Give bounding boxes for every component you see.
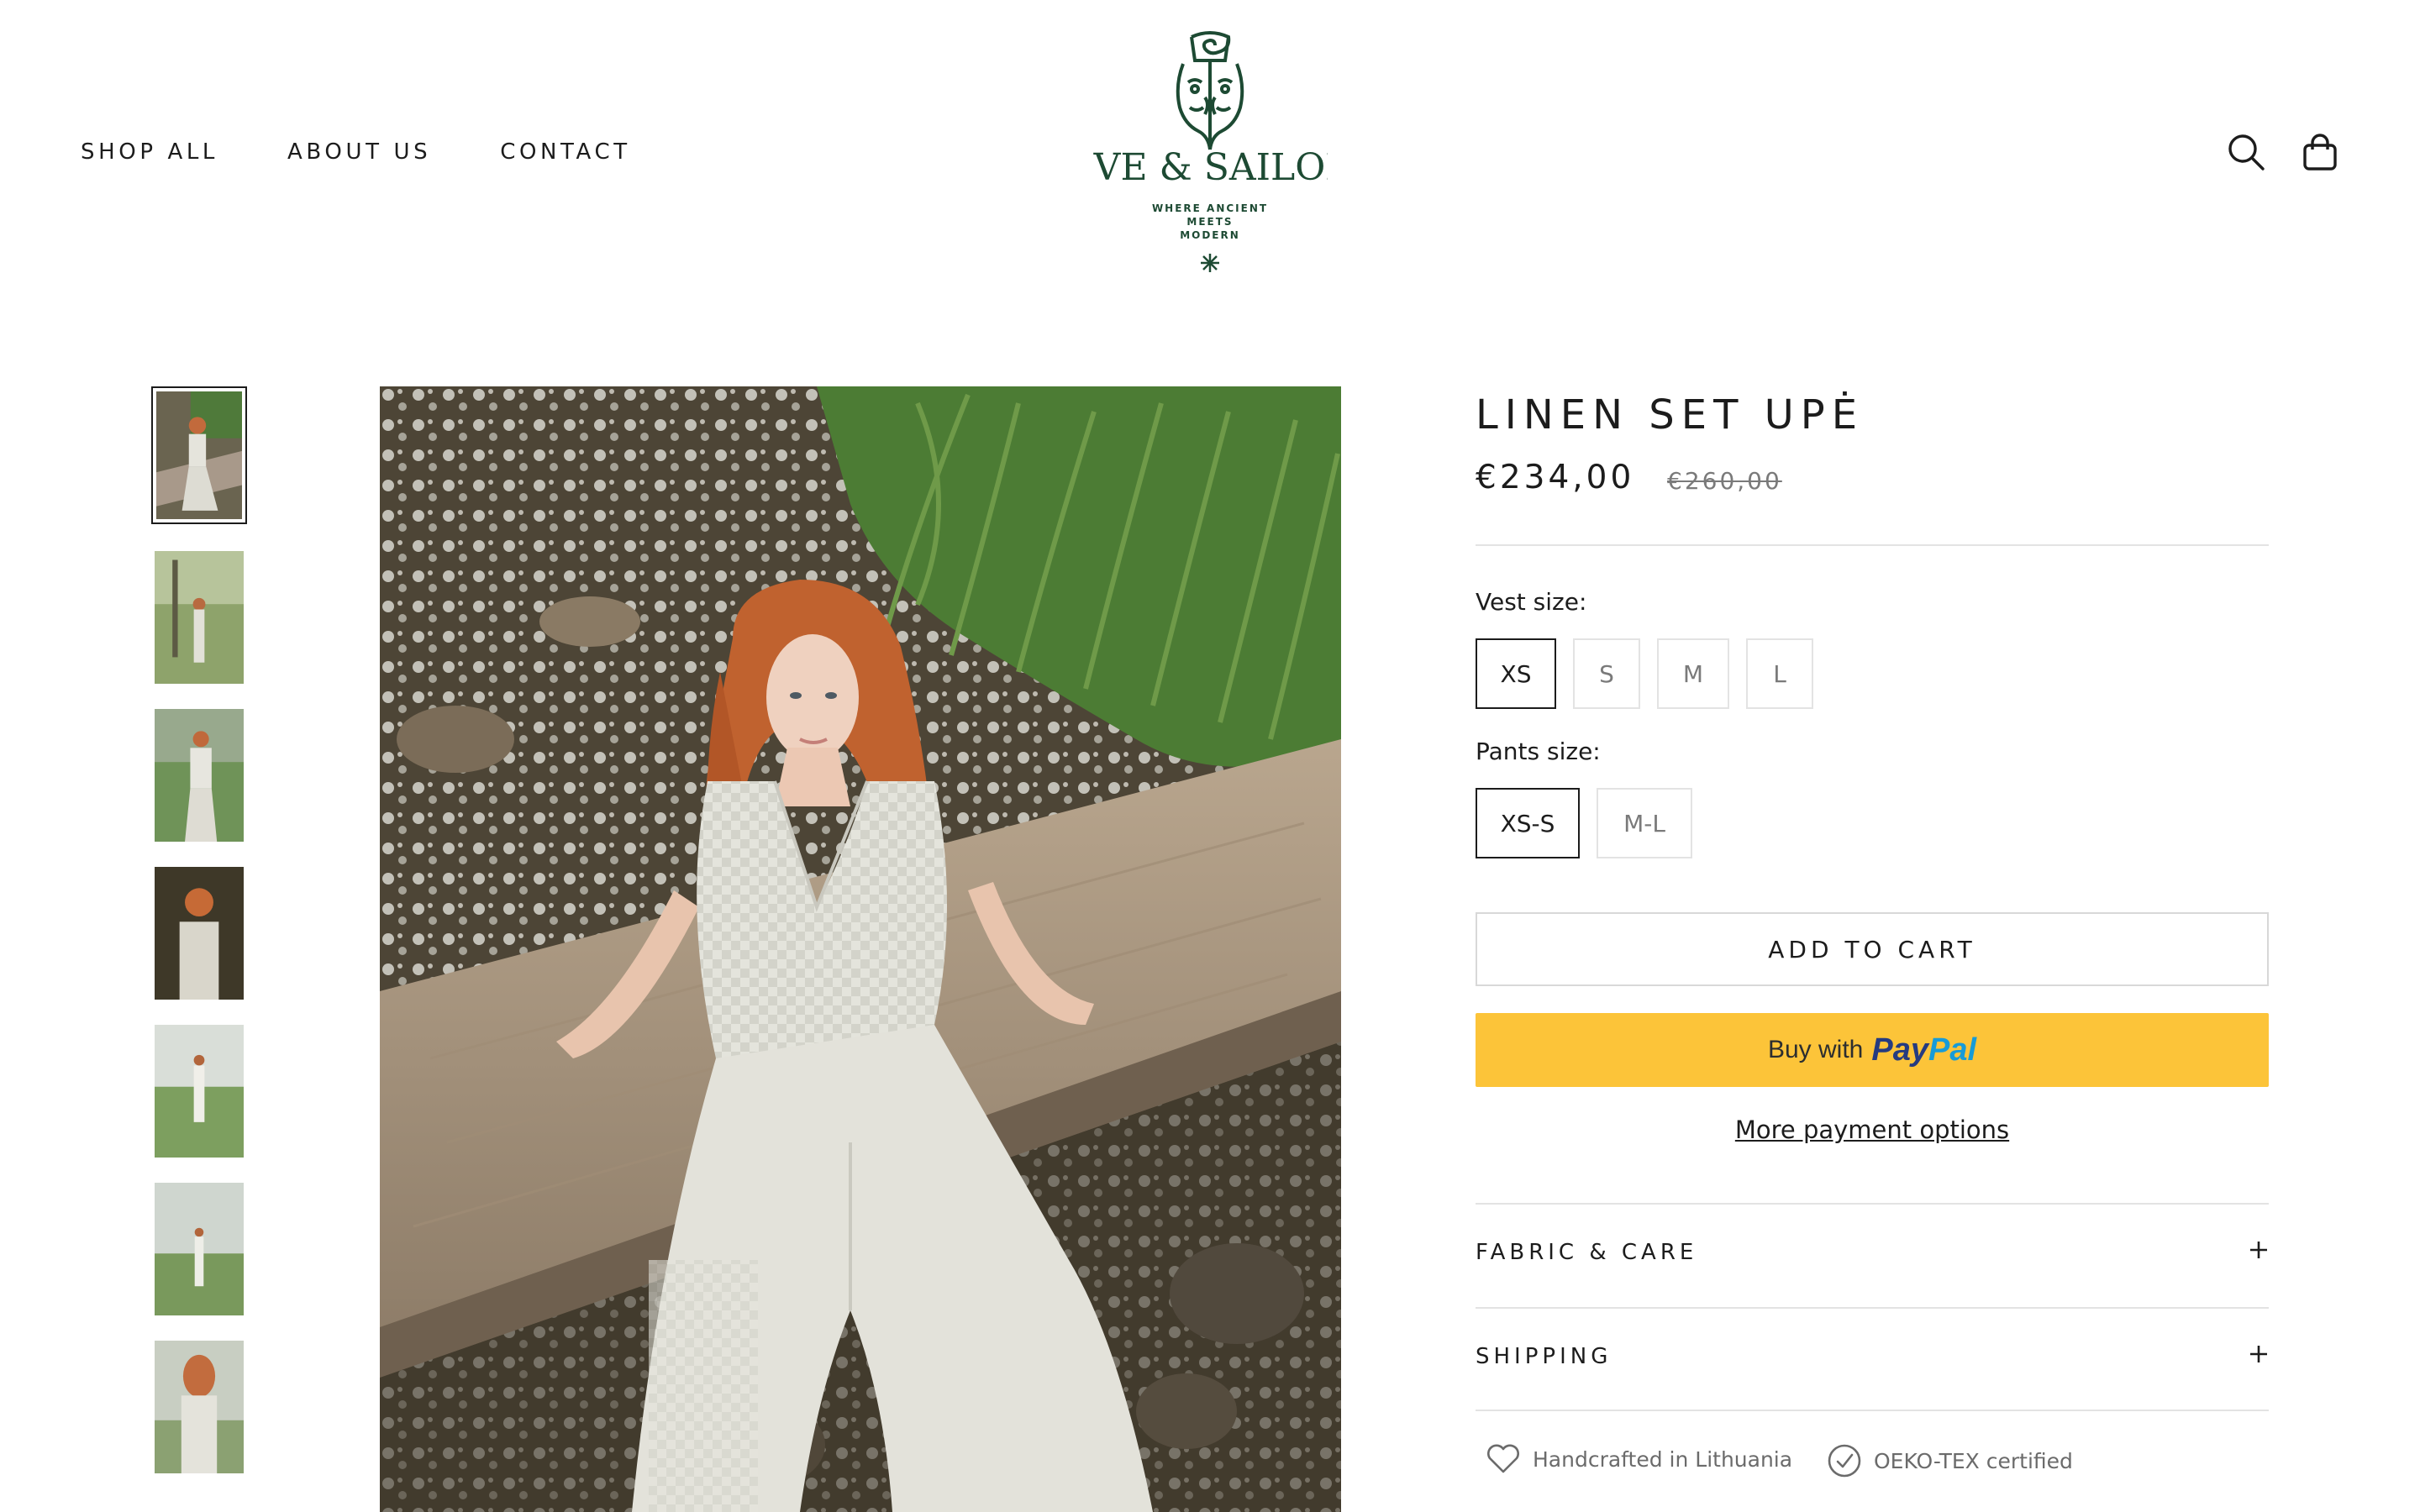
vest-size-xs[interactable]: XS (1476, 638, 1556, 709)
svg-text:MODERN: MODERN (1180, 229, 1240, 241)
accordion-fabric-care[interactable]: FABRIC & CARE (1476, 1228, 2269, 1278)
bag-icon[interactable] (2301, 133, 2339, 171)
brand-logo[interactable]: EVE & SAILOR WHERE ANCIENT MEETS MODERN (1067, 27, 1355, 279)
badge-handcrafted-text: Handcrafted in Lithuania (1533, 1446, 1793, 1472)
plus-icon (2250, 1346, 2267, 1362)
paypal-logo-pal: Pal (1928, 1032, 1977, 1068)
vest-size-s[interactable]: S (1573, 638, 1640, 709)
thumbnail-4[interactable] (155, 867, 244, 1000)
vest-size-m[interactable]: M (1657, 638, 1729, 709)
nav-shop-all[interactable]: SHOP ALL (81, 139, 218, 165)
product-title: LINEN SET UPĖ (1476, 391, 1865, 438)
vest-size-label: Vest size: (1476, 588, 1587, 616)
nav-about-us[interactable]: ABOUT US (287, 139, 431, 165)
main-nav: SHOP ALL ABOUT US CONTACT (81, 139, 700, 165)
search-icon[interactable] (2227, 133, 2265, 171)
badge-oeko-tex: OEKO-TEX certified (1827, 1443, 2073, 1478)
add-to-cart-button[interactable]: ADD TO CART (1476, 912, 2269, 986)
accordion-label: FABRIC & CARE (1476, 1240, 1698, 1265)
brand-logo-wordmark: EVE & SAILOR (1092, 146, 1328, 189)
thumbnail-image (155, 1341, 244, 1473)
thumbnail-6[interactable] (155, 1183, 244, 1315)
divider (1476, 1203, 2269, 1205)
brand-logo-emblem: EVE & SAILOR WHERE ANCIENT MEETS MODERN (1067, 31, 1355, 272)
pants-size-label: Pants size: (1476, 738, 1601, 765)
thumbnail-2[interactable] (155, 551, 244, 684)
pants-size-m-l[interactable]: M-L (1597, 788, 1692, 858)
thumbnail-7[interactable] (155, 1341, 244, 1473)
paypal-logo-pay: Pay (1871, 1032, 1928, 1068)
accordion-label: SHIPPING (1476, 1344, 1612, 1369)
more-payment-options-link[interactable]: More payment options (1476, 1116, 2269, 1144)
thumbnail-5[interactable] (155, 1025, 244, 1158)
accordion-shipping[interactable]: SHIPPING (1476, 1332, 2269, 1383)
divider (1476, 1410, 2269, 1411)
paypal-button[interactable]: Buy with Pay Pal (1476, 1013, 2269, 1087)
thumbnail-image (156, 391, 242, 519)
divider (1476, 544, 2269, 546)
paypal-prefix: Buy with (1767, 1036, 1864, 1063)
check-circle-icon (1828, 1444, 1861, 1478)
nav-contact[interactable]: CONTACT (500, 139, 631, 165)
thumbnail-image (155, 1025, 244, 1158)
svg-text:MEETS: MEETS (1186, 216, 1233, 228)
product-price: €234,00 (1476, 459, 1635, 496)
badge-handcrafted: Handcrafted in Lithuania (1486, 1443, 1792, 1475)
pants-size-xs-s[interactable]: XS-S (1476, 788, 1580, 858)
heart-icon (1487, 1444, 1519, 1473)
plus-icon (2250, 1242, 2267, 1258)
thumbnail-image (155, 1183, 244, 1315)
thumbnail-image (155, 867, 244, 1000)
badge-oeko-tex-text: OEKO-TEX certified (1874, 1448, 2073, 1473)
compare-at-price: €260,00 (1667, 467, 1782, 495)
thumbnail-image (155, 551, 244, 684)
thumbnail-1[interactable] (151, 386, 247, 524)
svg-text:WHERE ANCIENT: WHERE ANCIENT (1152, 202, 1268, 214)
thumbnail-3[interactable] (155, 709, 244, 842)
divider (1476, 1307, 2269, 1309)
vest-size-l[interactable]: L (1746, 638, 1813, 709)
main-product-image[interactable] (380, 386, 1341, 1512)
thumbnail-image (155, 709, 244, 842)
product-photo (380, 386, 1341, 1512)
